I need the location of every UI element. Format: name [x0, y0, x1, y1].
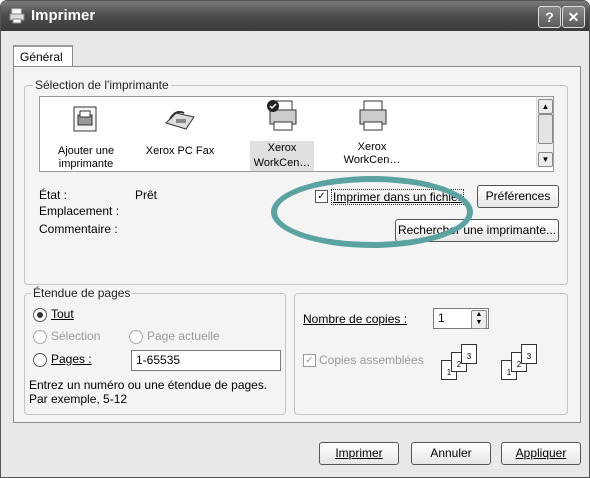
range-pages-label[interactable]: Pages : — [51, 352, 92, 366]
pages-hint-1: Entrez un numéro ou une étendue de pages… — [29, 378, 268, 392]
apply-button-label: Appliquer — [515, 446, 567, 460]
fax-icon — [165, 110, 195, 130]
printer-default-icon — [267, 100, 297, 131]
printer-item-xerox-label-2: WorkCen… — [343, 154, 401, 166]
pages-input[interactable]: 1-65535 — [131, 350, 281, 371]
printer-icon — [359, 100, 387, 131]
printer-list-scrollbar[interactable]: ▲ ▼ — [536, 97, 553, 167]
window-title: Imprimer — [31, 7, 96, 24]
printer-item-xerox-default[interactable]: Xerox WorkCen… — [250, 97, 314, 171]
location-label: Emplacement : — [39, 204, 120, 218]
preferences-button[interactable]: Préférences — [477, 185, 559, 208]
apply-button[interactable]: Appliquer — [501, 442, 581, 465]
highlight-oval — [271, 176, 473, 248]
printer-item-fax-label: Xerox PC Fax — [145, 145, 215, 157]
tab-general[interactable]: Général — [13, 45, 73, 68]
print-button-label: Imprimer — [335, 446, 383, 460]
print-dialog: Imprimer ? ✕ Général Sélection de l'impr… — [0, 0, 590, 478]
title-bar[interactable]: Imprimer ? ✕ — [1, 1, 589, 31]
page-3b-icon: 3 — [521, 344, 537, 364]
printer-item-add-label-1: Ajouter une — [57, 145, 115, 157]
copies-label: Nombre de copies : — [303, 312, 408, 326]
add-printer-icon — [73, 106, 97, 132]
printer-list[interactable]: Ajouter une imprimante Xerox PC Fax Xero… — [39, 96, 554, 172]
printer-item-xerox-label-1: Xerox — [357, 141, 387, 153]
page-range-legend: Étendue de pages — [31, 286, 133, 300]
general-panel: Sélection de l'imprimante Ajouter une im… — [13, 66, 581, 423]
printer-selection-group: Sélection de l'imprimante Ajouter une im… — [24, 78, 568, 285]
tab-general-label: Général — [20, 50, 63, 64]
close-button[interactable]: ✕ — [562, 6, 585, 28]
range-current-page-label[interactable]: Page actuelle — [147, 329, 220, 343]
copies-spinner[interactable]: ▲ ▼ — [471, 310, 487, 329]
range-selection-radio[interactable] — [33, 330, 47, 344]
printer-app-icon — [9, 8, 25, 24]
scroll-down-button[interactable]: ▼ — [538, 152, 553, 167]
printer-item-add[interactable]: Ajouter une imprimante — [50, 101, 122, 171]
printer-item-fax[interactable]: Xerox PC Fax — [140, 101, 220, 158]
range-current-page-radio[interactable] — [129, 330, 143, 344]
page-range-group: Étendue de pages Tout Sélection Page act… — [24, 286, 286, 415]
help-button[interactable]: ? — [538, 6, 561, 28]
page-3-icon: 3 — [461, 344, 477, 364]
print-button[interactable]: Imprimer — [319, 442, 399, 465]
cancel-button[interactable]: Annuler — [411, 442, 491, 465]
range-pages-radio[interactable] — [33, 353, 47, 367]
collate-label[interactable]: Copies assemblées — [319, 353, 424, 367]
status-label: État : — [39, 188, 68, 202]
range-selection-label[interactable]: Sélection — [51, 329, 100, 343]
range-all-radio[interactable] — [33, 308, 47, 322]
printer-item-add-label-2: imprimante — [58, 158, 114, 170]
printer-selection-legend: Sélection de l'imprimante — [33, 78, 171, 92]
printer-item-xerox-default-label-1: Xerox — [250, 141, 314, 156]
scroll-up-button[interactable]: ▲ — [538, 99, 553, 114]
copies-group: Nombre de copies : 1 ▲ ▼ ✓ Copies assembl… — [294, 293, 568, 415]
status-value: Prêt — [135, 188, 158, 202]
scroll-thumb[interactable] — [538, 114, 553, 144]
pages-hint-2: Par exemple, 5-12 — [29, 392, 128, 406]
comment-label: Commentaire : — [39, 222, 118, 236]
printer-item-xerox[interactable]: Xerox WorkCen… — [340, 97, 404, 167]
range-all-label[interactable]: Tout — [51, 307, 74, 321]
printer-item-xerox-default-label-2: WorkCen… — [250, 156, 314, 171]
collate-checkbox[interactable]: ✓ — [303, 354, 316, 367]
